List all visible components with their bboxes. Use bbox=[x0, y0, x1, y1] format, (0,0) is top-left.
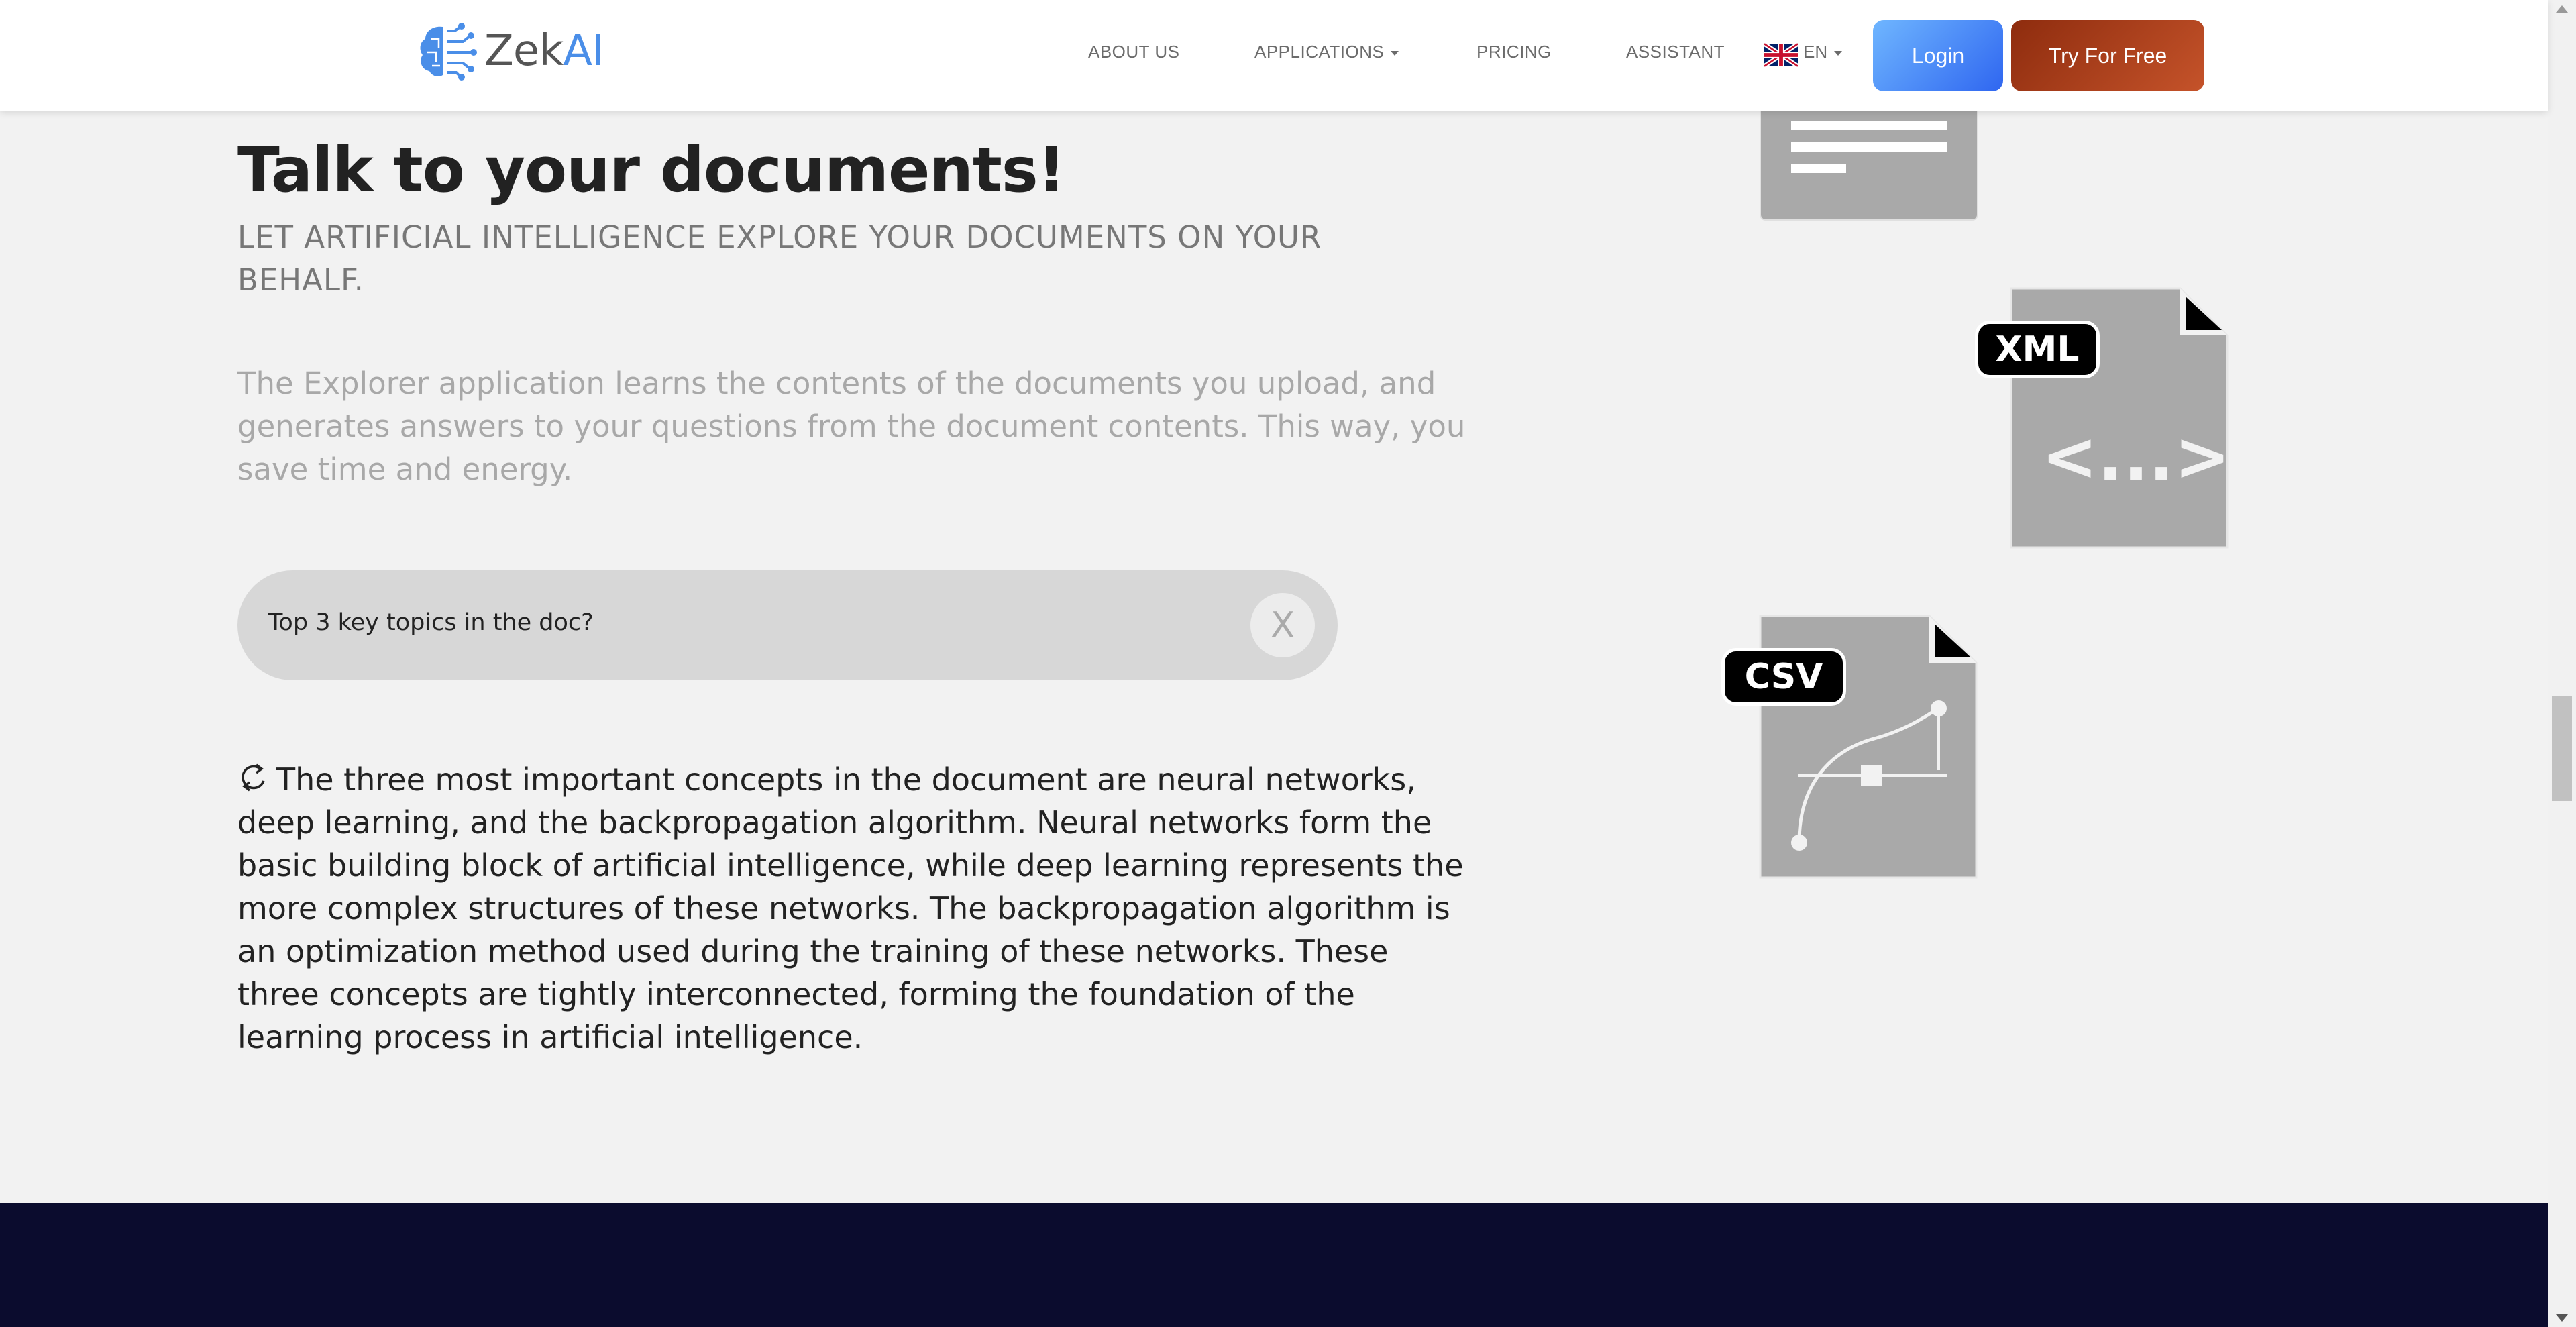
brand-name: ZekAI bbox=[484, 26, 604, 76]
scroll-up-arrow-icon[interactable] bbox=[2556, 5, 2568, 13]
xml-code-glyph: <...> bbox=[2041, 417, 2231, 496]
page-scrollbar[interactable] bbox=[2548, 0, 2576, 1327]
answer-text: The three most important concepts in the… bbox=[237, 758, 1472, 1059]
scroll-down-arrow-icon[interactable] bbox=[2556, 1314, 2568, 1322]
scrollbar-thumb[interactable] bbox=[2552, 696, 2572, 801]
nav-pricing[interactable]: PRICING bbox=[1477, 42, 1552, 62]
login-button[interactable]: Login bbox=[1873, 20, 2003, 91]
nav-assistant[interactable]: ASSISTANT bbox=[1626, 42, 1725, 62]
top-navbar: ZekAI ABOUT US APPLICATIONS PRICING ASSI… bbox=[0, 0, 2548, 111]
page-subtitle: LET ARTIFICIAL INTELLIGENCE EXPLORE YOUR… bbox=[237, 219, 1322, 298]
brain-circuit-icon bbox=[420, 23, 477, 81]
brand-logo[interactable]: ZekAI bbox=[416, 17, 604, 85]
try-for-free-button[interactable]: Try For Free bbox=[2011, 20, 2204, 91]
xml-badge: XML bbox=[1975, 321, 2100, 378]
chevron-down-icon bbox=[1391, 50, 1399, 56]
csv-badge: CSV bbox=[1721, 648, 1846, 706]
page-title: Talk to your documents! bbox=[237, 134, 1066, 206]
chevron-down-icon bbox=[1834, 50, 1843, 56]
nav-about-us[interactable]: ABOUT US bbox=[1088, 42, 1179, 62]
page-description: The Explorer application learns the cont… bbox=[237, 366, 1466, 487]
csv-document: CSV bbox=[1721, 612, 1983, 880]
clear-button[interactable]: X bbox=[1250, 593, 1315, 657]
language-code: EN bbox=[1803, 42, 1828, 62]
refresh-icon[interactable] bbox=[237, 761, 268, 794]
uk-flag-icon[interactable] bbox=[1764, 42, 1798, 68]
question-input[interactable]: Top 3 key topics in the doc? X bbox=[237, 570, 1338, 680]
xml-document: XML <...> bbox=[1975, 283, 2231, 551]
answer-content: The three most important concepts in the… bbox=[237, 761, 1464, 1055]
footer-section bbox=[0, 1203, 2548, 1327]
question-input-value: Top 3 key topics in the doc? bbox=[268, 609, 594, 636]
nav-applications-label: APPLICATIONS bbox=[1254, 42, 1385, 62]
language-selector[interactable]: EN bbox=[1803, 42, 1843, 62]
nav-applications[interactable]: APPLICATIONS bbox=[1254, 42, 1399, 62]
